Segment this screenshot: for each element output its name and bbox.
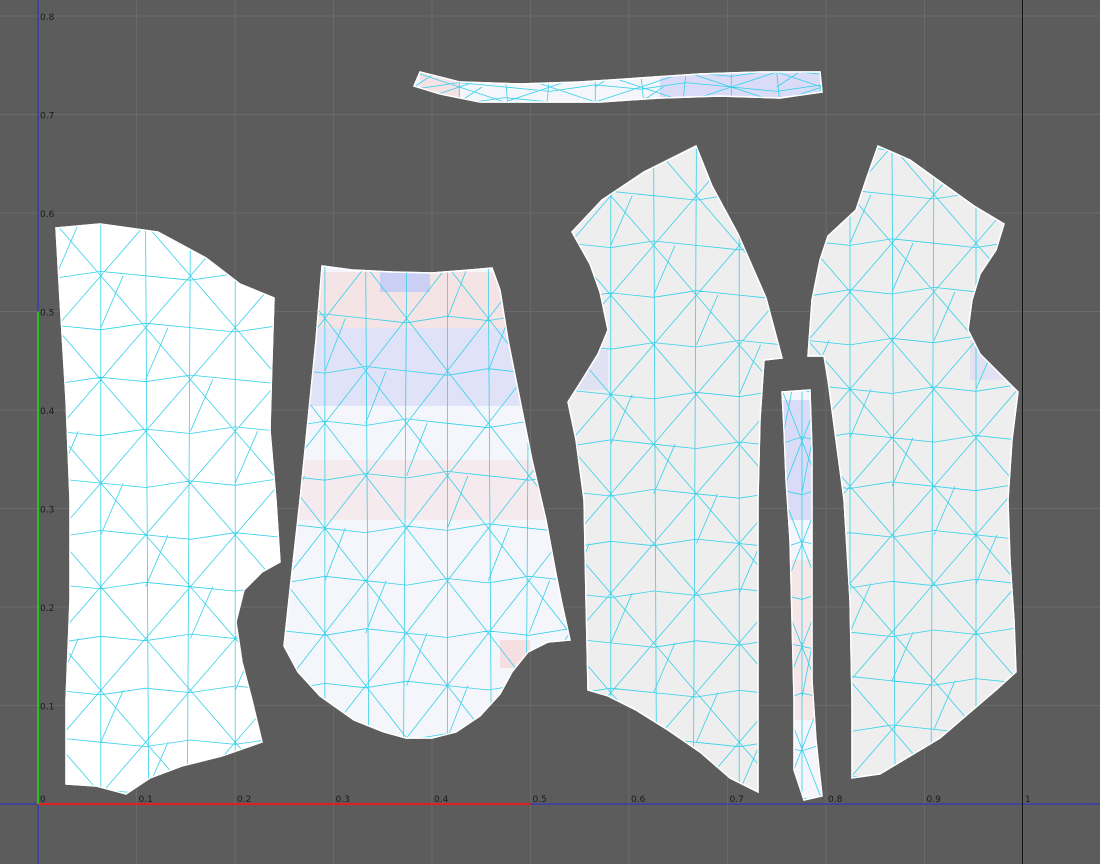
u-tick-label: 0.1 [139,795,153,805]
u-tick-label: 0.3 [336,795,350,805]
uv-island-front-left[interactable] [565,142,785,797]
u-tick-label: 0 [40,795,46,805]
u-tick-label: 0.7 [730,795,744,805]
u-tick-label: 1 [1025,795,1031,805]
v-tick-label: 0.3 [40,506,54,516]
u-tick-label: 0.2 [237,795,251,805]
u-tick-label: 0.9 [927,795,942,805]
v-tick-label: 0.8 [40,13,55,23]
uv-island-back-panel[interactable] [53,220,283,799]
v-tick-label: 0.1 [40,703,54,713]
uv-island-sleeve[interactable] [281,262,571,743]
v-tick-label: 0.5 [40,309,54,319]
u-tick-label: 0.5 [533,795,547,805]
v-tick-label: 0.4 [40,407,55,417]
v-tick-label: 0.7 [40,112,54,122]
uv-island-placket[interactable] [779,386,825,805]
uv-island-collar[interactable] [411,68,823,107]
u-tick-label: 0.8 [828,795,843,805]
u-tick-label: 0.4 [434,795,449,805]
v-axis-tick-labels: 0.1 0.2 0.3 0.4 0.5 0.6 0.7 0.8 [40,13,55,713]
v-tick-label: 0.2 [40,604,54,614]
uv-editor-viewport[interactable]: 0 0.1 0.2 0.3 0.4 0.5 0.6 0.7 0.8 0.9 1 0.10.20.30… [0,0,1100,864]
uv-islands [53,68,1021,805]
u-tick-label: 0.6 [631,795,646,805]
v-tick-label: 0.6 [40,210,55,220]
uv-island-front-right[interactable] [805,142,1021,783]
